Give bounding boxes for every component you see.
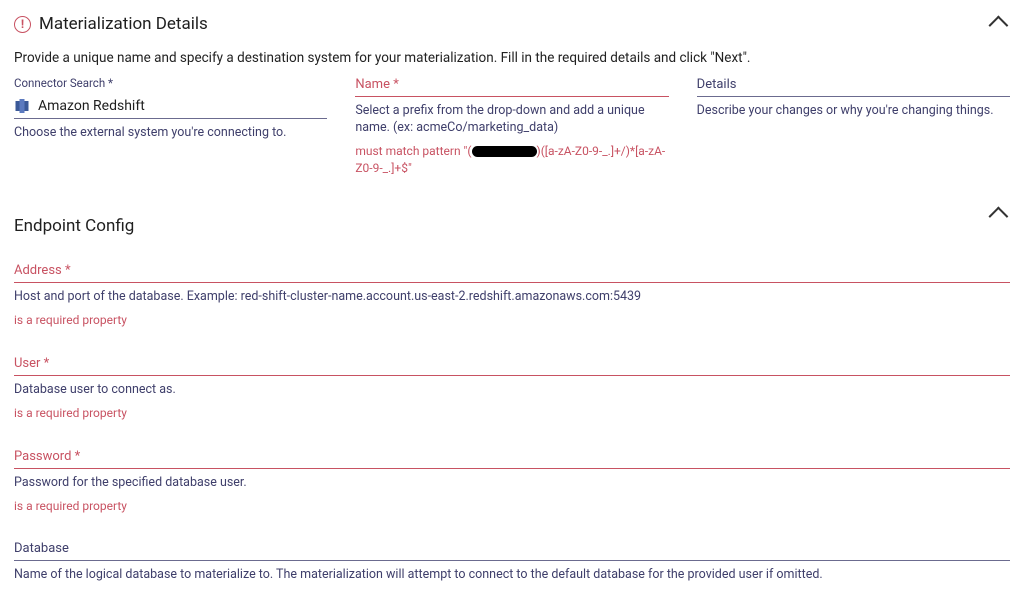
password-input[interactable]: Password [14, 448, 1010, 469]
address-input[interactable]: Address [14, 262, 1010, 283]
connector-name: Amazon Redshift [38, 98, 145, 114]
redacted-block [472, 146, 537, 157]
database-helper: Name of the logical database to material… [14, 567, 1010, 584]
name-error: must match pattern "()([a-zA-Z0-9-_.]+/)… [355, 143, 668, 177]
materialization-columns: Connector Search Amazon Redshift Choose … [14, 76, 1010, 176]
name-input[interactable]: Name [355, 76, 668, 97]
connector-column: Connector Search Amazon Redshift Choose … [14, 76, 327, 176]
details-helper: Describe your changes or why you're chan… [697, 103, 1010, 120]
name-helper: Select a prefix from the drop-down and a… [355, 103, 668, 137]
materialization-header[interactable]: ! Materialization Details [14, 14, 1010, 34]
user-helper: Database user to connect as. [14, 382, 1010, 399]
password-field: Password Password for the specified data… [14, 448, 1010, 515]
name-error-prefix: must match pattern "( [355, 144, 471, 158]
alert-icon: ! [14, 16, 31, 33]
user-label: User [14, 356, 49, 371]
endpoint-config-section: Endpoint Config Address Host and port of… [14, 194, 1010, 584]
details-input[interactable]: Details [697, 76, 1010, 97]
materialization-title: Materialization Details [39, 14, 208, 34]
name-column: Name Select a prefix from the drop-down … [355, 76, 668, 176]
address-helper: Host and port of the database. Example: … [14, 289, 1010, 306]
password-label: Password [14, 449, 80, 464]
database-input[interactable]: Database [14, 540, 1010, 561]
user-error: is a required property [14, 405, 1010, 422]
address-error: is a required property [14, 312, 1010, 329]
user-field: User Database user to connect as. is a r… [14, 355, 1010, 422]
endpoint-title: Endpoint Config [14, 216, 134, 236]
materialization-details-section: ! Materialization Details Provide a uniq… [14, 14, 1010, 176]
name-label: Name [355, 77, 398, 92]
address-field: Address Host and port of the database. E… [14, 262, 1010, 329]
chevron-up-icon [989, 207, 1009, 227]
materialization-description: Provide a unique name and specify a dest… [14, 50, 1010, 66]
details-label: Details [697, 77, 737, 92]
connector-search-label: Connector Search [14, 76, 327, 90]
materialization-header-left: ! Materialization Details [14, 14, 208, 34]
connector-helper: Choose the external system you're connec… [14, 125, 327, 142]
address-label: Address [14, 263, 71, 278]
user-input[interactable]: User [14, 355, 1010, 376]
password-helper: Password for the specified database user… [14, 475, 1010, 492]
connector-select[interactable]: Amazon Redshift [14, 98, 327, 119]
chevron-up-icon [989, 16, 1009, 36]
database-label: Database [14, 541, 69, 556]
endpoint-header[interactable]: Endpoint Config [14, 194, 1010, 236]
redshift-icon [14, 98, 30, 114]
details-column: Details Describe your changes or why you… [697, 76, 1010, 176]
password-error: is a required property [14, 498, 1010, 515]
